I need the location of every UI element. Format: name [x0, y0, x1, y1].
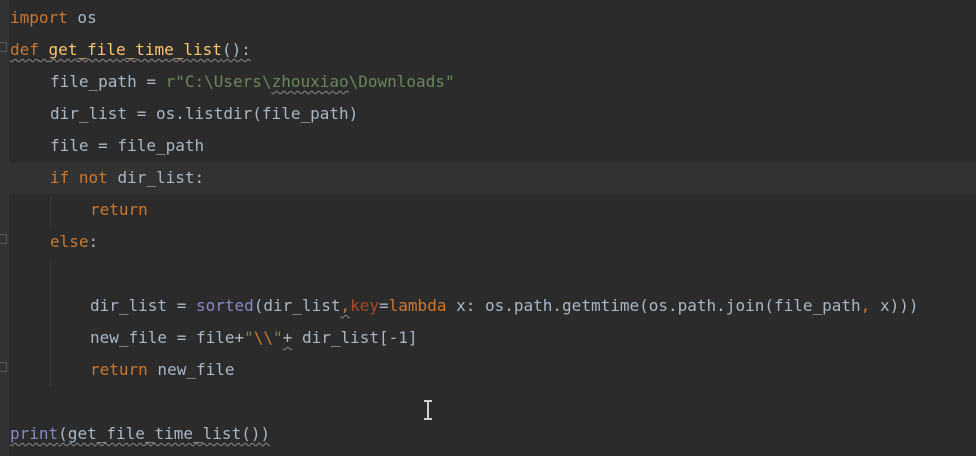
code-line-2[interactable]: def get_file_time_list(): [0, 34, 976, 66]
code-text: : [88, 232, 99, 251]
code-text: = [379, 296, 389, 315]
string-literal: r"C:\Users\ [165, 72, 272, 91]
code-text: new_file = file+ [90, 328, 245, 347]
code-line-8[interactable]: else: [0, 226, 976, 258]
code-text: x))) [870, 296, 919, 315]
code-text: dir_list: [107, 168, 205, 187]
code-text: (): [221, 40, 251, 59]
builtin-sorted: sorted [195, 296, 254, 315]
keyword-return: return [90, 200, 148, 219]
code-text: new_file [147, 360, 235, 379]
code-text: dir_list = os.listdir(file_path) [50, 104, 359, 123]
function-name: get_file_time_list [48, 40, 222, 59]
keyword-if: if [50, 168, 70, 187]
code-line-3[interactable]: file_path = r"C:\Users\zhouxiao\Download… [0, 66, 976, 98]
string-literal: " [244, 328, 254, 347]
code-line-13[interactable] [0, 386, 976, 418]
code-text: file = file_path [50, 136, 205, 155]
code-text: (dir_list [253, 296, 341, 315]
builtin-print: print [10, 424, 59, 443]
code-line-14[interactable]: print(get_file_time_list()) [0, 418, 976, 450]
code-text: (get_file_time_list()) [58, 424, 271, 443]
keyword-lambda: lambda [388, 296, 447, 315]
code-text: file_path = [50, 72, 166, 91]
code-text: dir_list = [90, 296, 196, 315]
keyword-not: not [78, 168, 108, 187]
string-literal-typo: zhouxiao [271, 72, 349, 91]
code-line-9[interactable] [0, 258, 976, 290]
string-escape: \\ [253, 328, 274, 347]
code-comma: , [340, 296, 351, 315]
code-line-12[interactable]: return new_file [0, 354, 976, 386]
code-editor[interactable]: import os def get_file_time_list(): file… [0, 0, 976, 456]
code-text: dir_list[-1] [292, 328, 418, 347]
code-line-1[interactable]: import os [0, 2, 976, 34]
keyword-import: import [10, 8, 68, 27]
code-line-7[interactable]: return [0, 194, 976, 226]
string-literal: \Downloads" [348, 72, 455, 91]
code-line-6[interactable]: if not dir_list: [0, 162, 976, 194]
code-line-10[interactable]: dir_list = sorted(dir_list,key=lambda x:… [0, 290, 976, 322]
keyword-return: return [90, 360, 148, 379]
code-line-4[interactable]: dir_list = os.listdir(file_path) [0, 98, 976, 130]
code-line-11[interactable]: new_file = file+"\\"+ dir_list[-1] [0, 322, 976, 354]
keyword-def: def [10, 40, 39, 59]
text-cursor-icon [424, 400, 432, 420]
code-plus: + [282, 328, 293, 347]
param-key: key [350, 296, 380, 315]
keyword-else: else [50, 232, 89, 251]
code-line-5[interactable]: file = file_path [0, 130, 976, 162]
string-literal: " [273, 328, 283, 347]
code-text: os [67, 8, 97, 27]
code-text: x: os.path.getmtime(os.path.join(file_pa… [446, 296, 861, 315]
code-comma: , [860, 296, 871, 315]
